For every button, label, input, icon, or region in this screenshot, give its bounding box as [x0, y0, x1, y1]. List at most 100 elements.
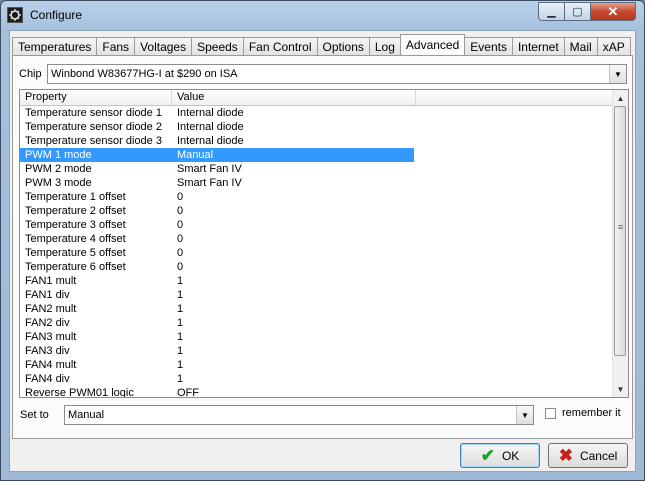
property-cell: FAN2 div: [25, 317, 70, 329]
ok-button[interactable]: ✔ OK: [460, 443, 540, 468]
tab-events[interactable]: Events: [464, 37, 513, 55]
table-row[interactable]: Temperature 1 offset 0: [20, 190, 614, 204]
table-row[interactable]: Temperature sensor diode 3 Internal diode: [20, 134, 614, 148]
vertical-scrollbar[interactable]: ▲ ≡ ▼: [612, 90, 628, 397]
tab-fans[interactable]: Fans: [96, 37, 136, 55]
close-button[interactable]: ✕: [590, 2, 636, 21]
property-cell: Temperature sensor diode 1: [25, 107, 162, 119]
tab-xap[interactable]: xAP: [596, 37, 631, 55]
tab-speeds[interactable]: Speeds: [191, 37, 244, 55]
grid-rows: Temperature sensor diode 1 Internal diode…: [20, 106, 614, 398]
property-cell: FAN2 mult: [25, 303, 77, 315]
table-row[interactable]: FAN4 mult 1: [20, 358, 614, 372]
table-row[interactable]: FAN2 div 1: [20, 316, 614, 330]
x-icon: ✖: [558, 445, 573, 465]
scroll-down-icon[interactable]: ▼: [613, 381, 628, 397]
table-row[interactable]: PWM 3 mode Smart Fan IV: [20, 176, 614, 190]
property-cell: Temperature 1 offset: [25, 191, 126, 203]
property-cell: PWM 1 mode: [25, 149, 92, 161]
chip-select[interactable]: Winbond W83677HG-I at $290 on ISA ▼: [47, 64, 627, 84]
property-cell: Temperature 2 offset: [25, 205, 126, 217]
value-cell: 0: [177, 247, 184, 259]
set-to-select[interactable]: Manual ▼: [64, 405, 534, 425]
remember-checkbox[interactable]: [545, 408, 556, 419]
table-row[interactable]: FAN4 div 1: [20, 372, 614, 386]
grip-icon: ≡: [618, 222, 624, 232]
table-row[interactable]: Temperature 6 offset 0: [20, 260, 614, 274]
table-row[interactable]: Temperature sensor diode 1 Internal diode: [20, 106, 614, 120]
table-row[interactable]: FAN3 div 1: [20, 344, 614, 358]
remember-label[interactable]: remember it: [562, 407, 621, 419]
value-cell: 1: [177, 317, 184, 329]
app-icon: [7, 7, 23, 23]
property-cell: Temperature 5 offset: [25, 247, 126, 259]
table-row[interactable]: FAN1 mult 1: [20, 274, 614, 288]
tab-mail[interactable]: Mail: [563, 37, 598, 55]
table-row[interactable]: Temperature sensor diode 2 Internal diode: [20, 120, 614, 134]
value-cell: 0: [177, 261, 184, 273]
grid-header: Property Value: [20, 90, 614, 106]
table-row[interactable]: FAN2 mult 1: [20, 302, 614, 316]
value-cell: 1: [177, 289, 184, 301]
value-cell: 1: [177, 359, 184, 371]
maximize-button[interactable]: ▢: [564, 2, 591, 21]
tab-log[interactable]: Log: [368, 37, 401, 55]
property-grid[interactable]: Property Value Temperature sensor diode …: [19, 89, 629, 398]
set-to-label: Set to: [20, 409, 49, 421]
property-cell: FAN1 mult: [25, 275, 77, 287]
tab-voltages[interactable]: Voltages: [134, 37, 193, 55]
value-cell: OFF: [177, 387, 199, 398]
table-row[interactable]: Temperature 4 offset 0: [20, 232, 614, 246]
table-row[interactable]: PWM 2 mode Smart Fan IV: [20, 162, 614, 176]
property-cell: PWM 2 mode: [25, 163, 92, 175]
set-to-value: Manual: [68, 409, 105, 421]
close-icon: ✕: [607, 3, 619, 19]
value-cell: 0: [177, 205, 184, 217]
property-cell: FAN4 div: [25, 373, 70, 385]
value-cell: Internal diode: [177, 121, 244, 133]
table-row[interactable]: FAN1 div 1: [20, 288, 614, 302]
column-header-empty: [416, 90, 614, 105]
chip-label: Chip: [19, 68, 42, 80]
value-cell: 1: [177, 345, 184, 357]
table-row[interactable]: PWM 1 mode Manual: [20, 148, 614, 162]
chevron-down-icon[interactable]: ▼: [516, 406, 533, 424]
property-cell: FAN4 mult: [25, 359, 77, 371]
advanced-tab-page: Chip Winbond W83677HG-I at $290 on ISA ▼…: [12, 55, 633, 439]
value-cell: Manual: [177, 149, 214, 161]
column-header-property[interactable]: Property: [20, 90, 172, 105]
column-header-value[interactable]: Value: [172, 90, 416, 105]
table-row[interactable]: Temperature 3 offset 0: [20, 218, 614, 232]
property-cell: Temperature 4 offset: [25, 233, 126, 245]
chevron-down-icon[interactable]: ▼: [609, 65, 626, 83]
chip-select-value: Winbond W83677HG-I at $290 on ISA: [51, 68, 238, 80]
table-row[interactable]: Reverse PWM01 logic OFF: [20, 386, 614, 398]
scroll-up-icon[interactable]: ▲: [613, 90, 628, 106]
tab-fan-control[interactable]: Fan Control: [242, 37, 318, 55]
property-cell: FAN3 mult: [25, 331, 77, 343]
minimize-icon: ▁: [547, 6, 556, 18]
title-bar[interactable]: Configure ▁ ▢ ✕: [1, 1, 644, 29]
value-cell: Internal diode: [177, 135, 244, 147]
value-cell: Internal diode: [177, 107, 244, 119]
value-cell: 0: [177, 191, 184, 203]
cancel-button[interactable]: ✖ Cancel: [548, 443, 628, 468]
ok-label: OK: [501, 448, 520, 463]
tab-advanced[interactable]: Advanced: [399, 34, 466, 55]
value-cell: Smart Fan IV: [177, 177, 242, 189]
property-cell: Temperature 3 offset: [25, 219, 126, 231]
table-row[interactable]: Temperature 5 offset 0: [20, 246, 614, 260]
property-cell: Temperature sensor diode 3: [25, 135, 162, 147]
table-row[interactable]: FAN3 mult 1: [20, 330, 614, 344]
scroll-thumb[interactable]: ≡: [614, 106, 626, 356]
property-cell: FAN1 div: [25, 289, 70, 301]
maximize-icon: ▢: [572, 6, 583, 18]
tab-options[interactable]: Options: [316, 37, 370, 55]
checkmark-icon: ✔: [480, 445, 495, 465]
table-row[interactable]: Temperature 2 offset 0: [20, 204, 614, 218]
minimize-button[interactable]: ▁: [538, 2, 565, 21]
tab-internet[interactable]: Internet: [511, 37, 565, 55]
tab-temperatures[interactable]: Temperatures: [12, 37, 98, 55]
value-cell: 0: [177, 219, 184, 231]
value-cell: 1: [177, 373, 184, 385]
